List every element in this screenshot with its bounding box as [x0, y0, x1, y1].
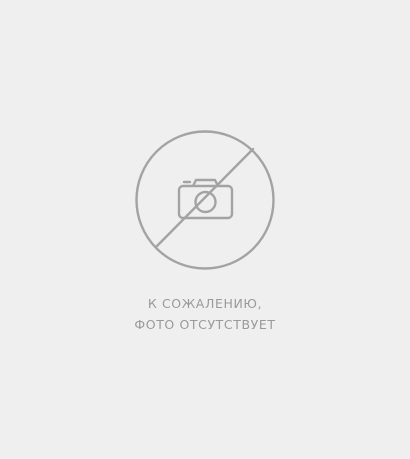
no-photo-message-line-1: К СОЖАЛЕНИЮ,: [147, 296, 263, 311]
no-photo-camera-icon: [133, 128, 277, 272]
no-photo-message: К СОЖАЛЕНИЮ, ФОТО ОТСУТСТВУЕТ: [0, 293, 410, 335]
no-photo-message-line-2: ФОТО ОТСУТСТВУЕТ: [134, 317, 276, 332]
no-photo-placeholder: К СОЖАЛЕНИЮ, ФОТО ОТСУТСТВУЕТ: [0, 0, 410, 459]
